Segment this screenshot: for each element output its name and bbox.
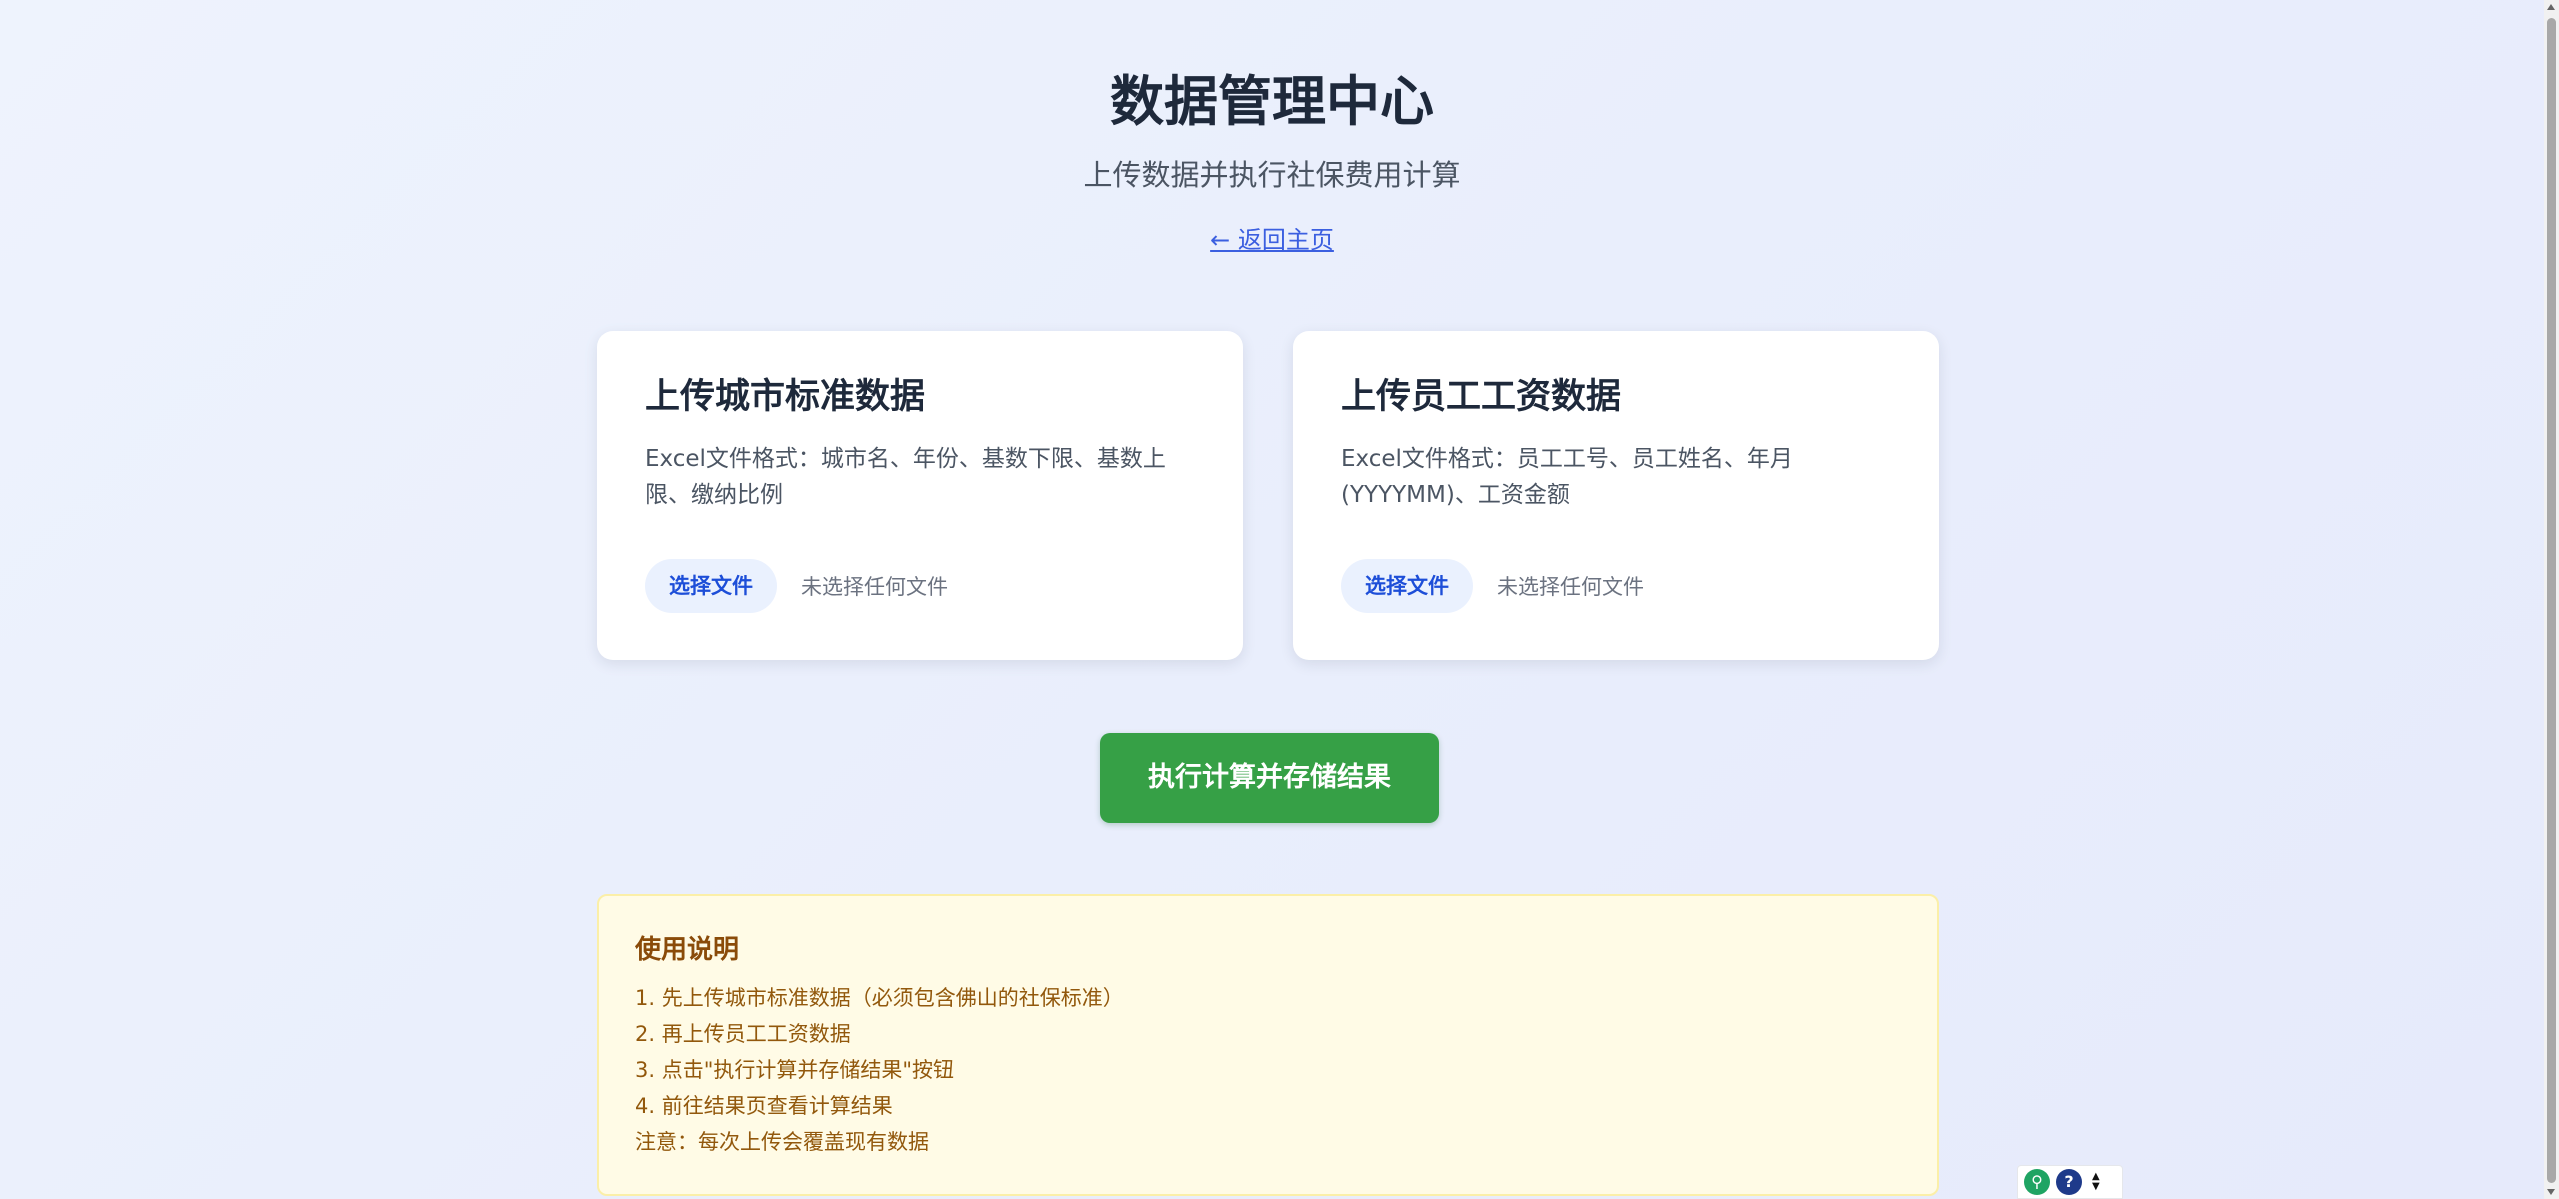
page-subtitle: 上传数据并执行社保费用计算 <box>1083 158 1461 192</box>
vertical-scrollbar[interactable] <box>2544 0 2559 1199</box>
choose-file-button[interactable]: 选择文件 <box>1341 559 1473 613</box>
file-input-row: 选择文件 未选择任何文件 <box>1341 559 1644 613</box>
instructions-list: 1. 先上传城市标准数据（必须包含佛山的社保标准） 2. 再上传员工工资数据 3… <box>635 980 1901 1160</box>
card-title: 上传城市标准数据 <box>645 377 926 417</box>
home-link-wrapper: ← 返回主页 <box>0 222 2544 258</box>
arrow-down-icon: ▼ <box>2092 1181 2100 1192</box>
scrollbar-thumb[interactable] <box>2547 18 2556 1183</box>
file-status-text: 未选择任何文件 <box>801 575 948 599</box>
page: 数据管理中心 上传数据并执行社保费用计算 ← 返回主页 上传城市标准数据 Exc… <box>0 0 2544 1199</box>
file-status-text: 未选择任何文件 <box>1497 575 1644 599</box>
page-title: 数据管理中心 <box>1110 70 1434 133</box>
expand-toggle-icon[interactable]: ▲ ▼ <box>2092 1172 2100 1192</box>
card-title: 上传员工工资数据 <box>1341 377 1622 417</box>
list-item: 注意：每次上传会覆盖现有数据 <box>635 1130 929 1154</box>
scroll-down-icon[interactable] <box>2547 1189 2555 1195</box>
help-icon[interactable]: ? <box>2056 1169 2082 1195</box>
card-description: Excel文件格式：员工工号、员工姓名、年月(YYYYMM)、工资金额 <box>1341 446 1793 508</box>
scroll-up-icon[interactable] <box>2547 4 2555 10</box>
link-icon[interactable]: ⚲ <box>2024 1169 2050 1195</box>
card-description: Excel文件格式：城市名、年份、基数下限、基数上限、缴纳比例 <box>645 446 1166 508</box>
usage-instructions-panel: 使用说明 1. 先上传城市标准数据（必须包含佛山的社保标准） 2. 再上传员工工… <box>597 894 1939 1196</box>
choose-file-button[interactable]: 选择文件 <box>645 559 777 613</box>
back-home-link[interactable]: ← 返回主页 <box>1210 226 1334 254</box>
file-input-row: 选择文件 未选择任何文件 <box>645 559 948 613</box>
employee-salary-upload-card: 上传员工工资数据 Excel文件格式：员工工号、员工姓名、年月(YYYYMM)、… <box>1293 331 1939 660</box>
list-item: 1. 先上传城市标准数据（必须包含佛山的社保标准） <box>635 986 1124 1010</box>
list-item: 2. 再上传员工工资数据 <box>635 1022 851 1046</box>
run-calculation-button[interactable]: 执行计算并存储结果 <box>1100 733 1439 823</box>
list-item: 3. 点击"执行计算并存储结果"按钮 <box>635 1058 955 1082</box>
city-standard-upload-card: 上传城市标准数据 Excel文件格式：城市名、年份、基数下限、基数上限、缴纳比例… <box>597 331 1243 660</box>
corner-widget: ⚲ ? ▲ ▼ <box>2017 1165 2123 1199</box>
list-item: 4. 前往结果页查看计算结果 <box>635 1094 893 1118</box>
instructions-title: 使用说明 <box>635 935 740 965</box>
